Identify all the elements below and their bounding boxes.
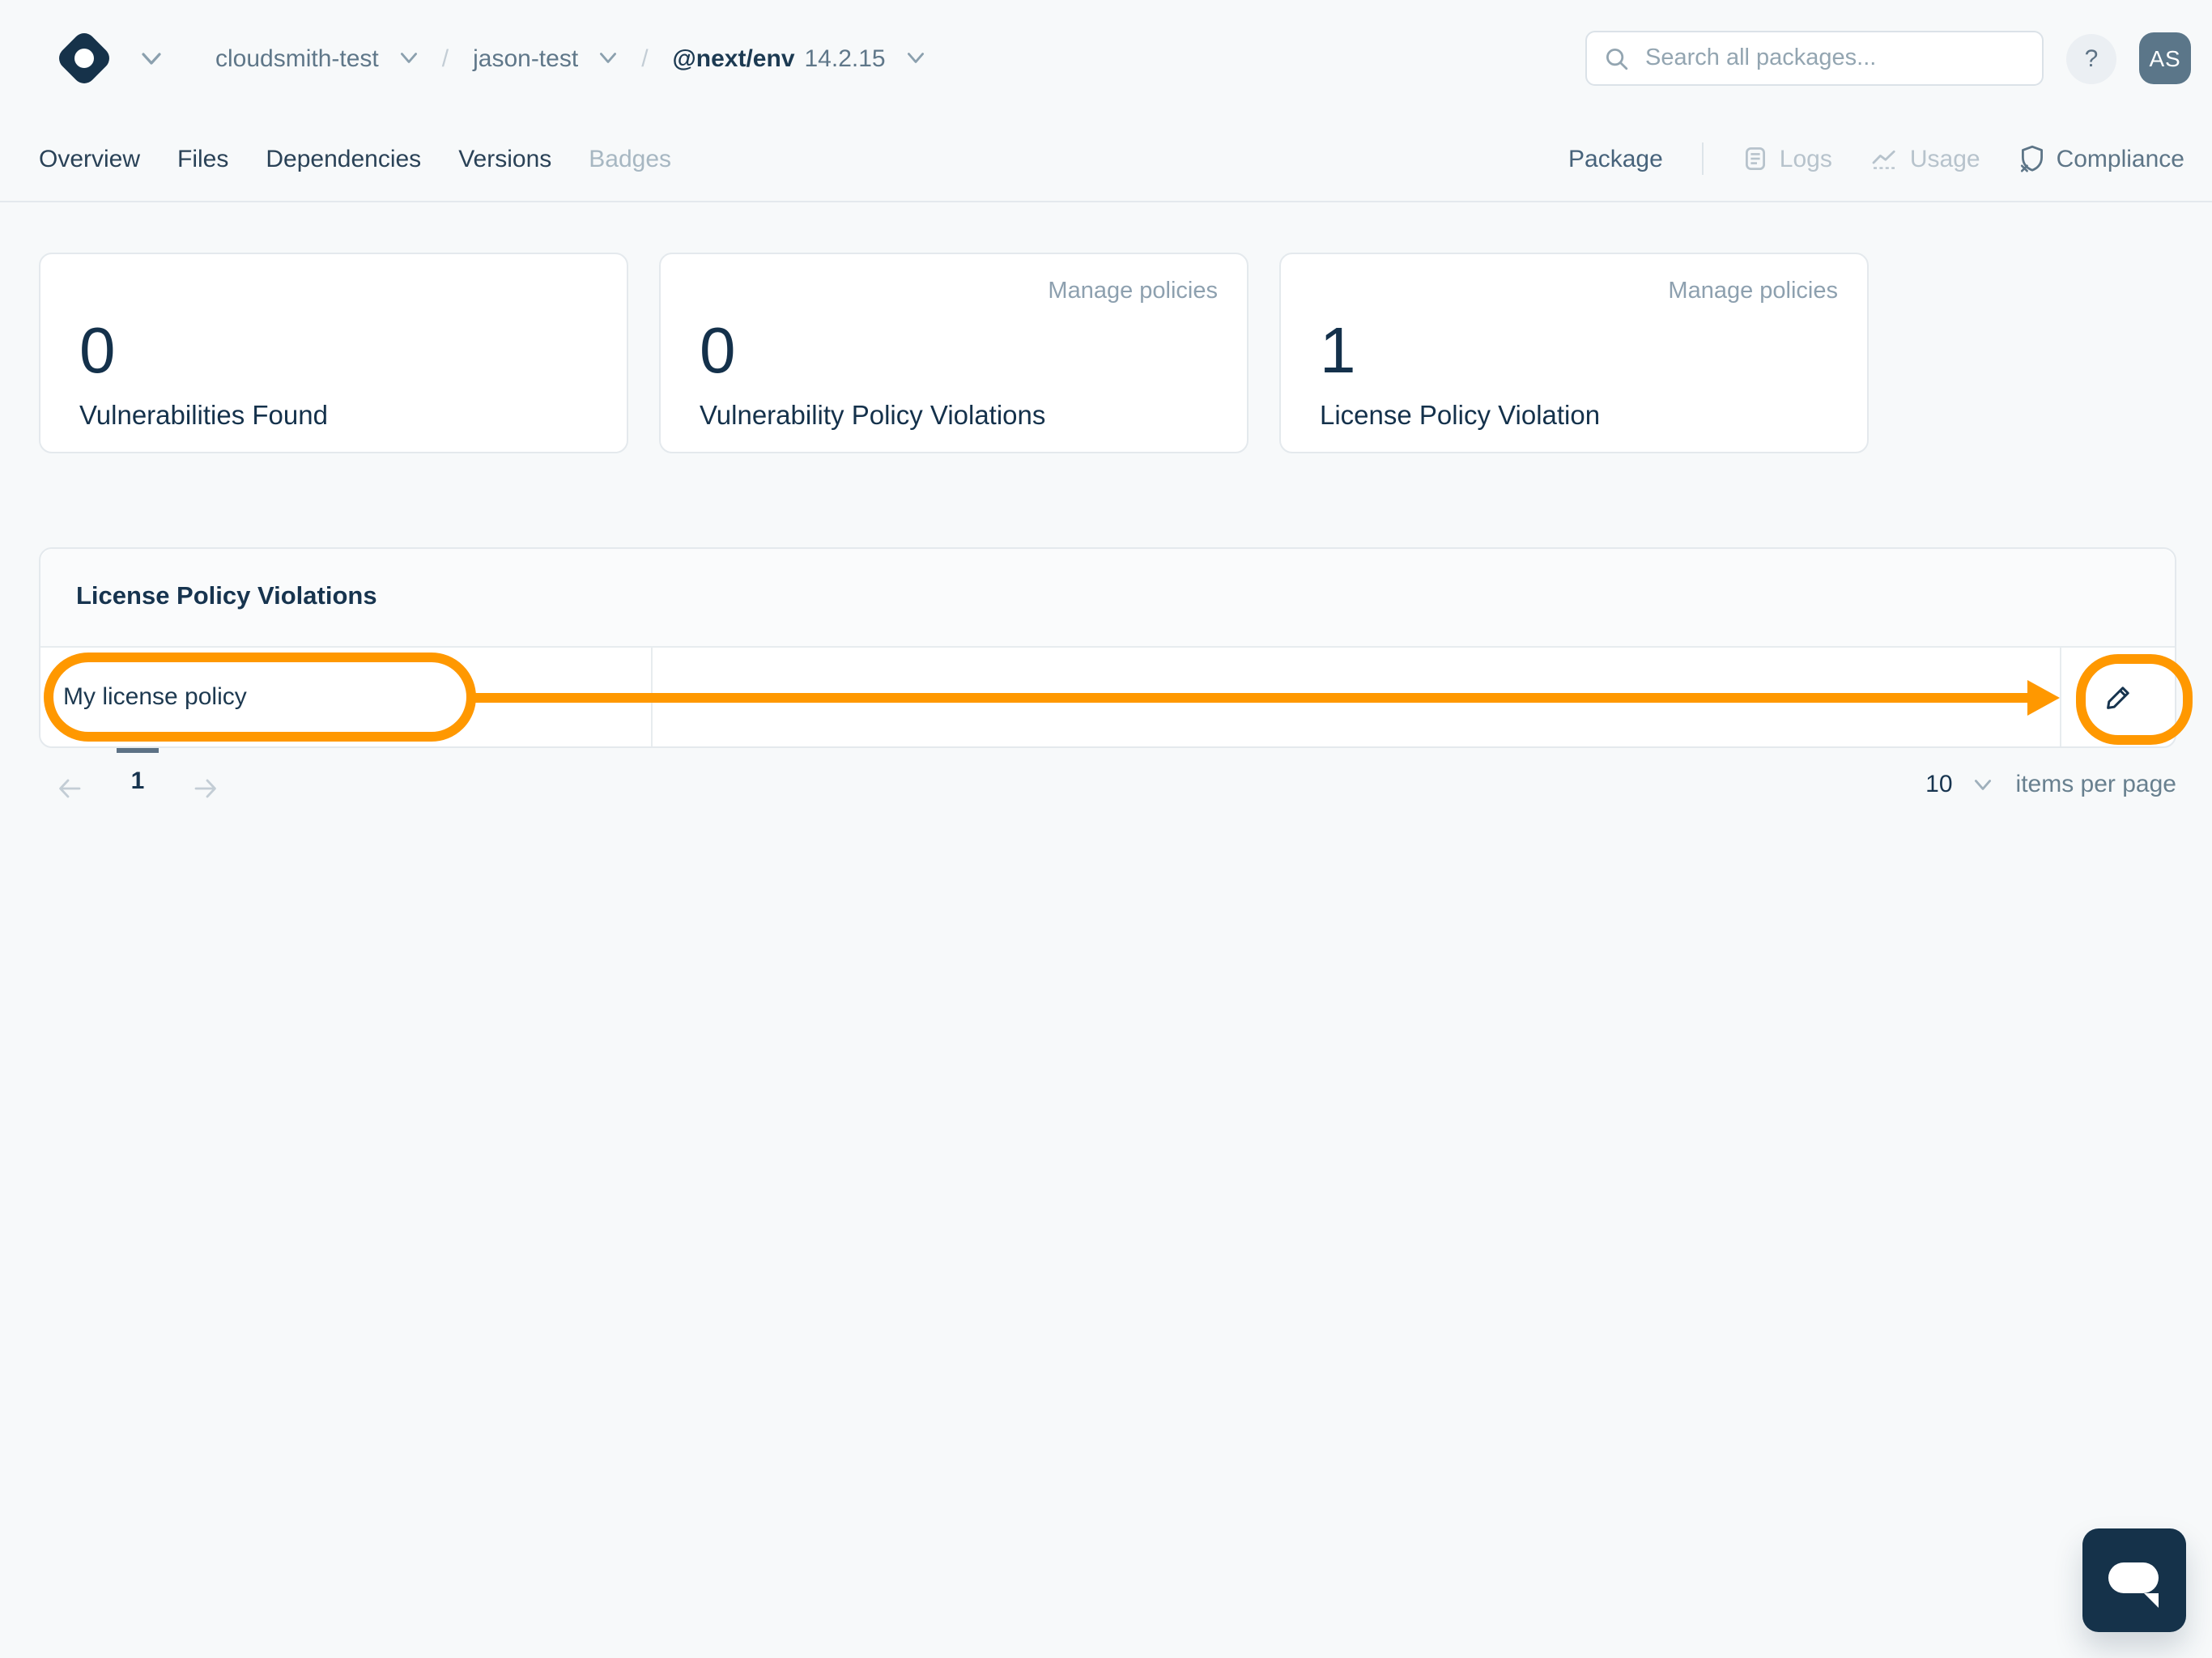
table-row: My license policy	[40, 648, 2175, 746]
next-page-button[interactable]	[191, 776, 220, 801]
search-icon	[1606, 48, 1628, 70]
context-usage[interactable]: Usage	[1871, 145, 1980, 172]
breadcrumb-separator: /	[641, 45, 649, 72]
context-compliance-label: Compliance	[2056, 145, 2184, 172]
arrow-right-icon	[194, 779, 216, 798]
arrow-left-icon	[59, 779, 81, 798]
tab-versions[interactable]: Versions	[458, 145, 551, 172]
context-logs-label: Logs	[1779, 145, 1832, 172]
breadcrumb-repo-link[interactable]: jason-test	[473, 45, 578, 72]
top-header: cloudsmith-test / jason-test / @next/env…	[0, 0, 2212, 117]
policy-name-cell: My license policy	[40, 648, 653, 746]
vulnerability-policy-violations-label: Vulnerability Policy Violations	[700, 402, 1046, 431]
context-compliance[interactable]: Compliance	[2019, 144, 2184, 173]
chevron-down-icon	[600, 53, 617, 63]
license-policy-violations-panel: License Policy Violations My license pol…	[39, 547, 2176, 748]
pagination: 1 10 items per page	[0, 748, 2212, 845]
vulnerabilities-found-count: 0	[79, 316, 116, 387]
version-dropdown-chevron[interactable]	[907, 52, 925, 65]
empty-cell	[653, 648, 2061, 746]
logs-icon	[1745, 147, 1765, 171]
chat-launcher-button[interactable]	[2082, 1528, 2186, 1632]
breadcrumb-org-link[interactable]: cloudsmith-test	[215, 45, 379, 72]
header-actions: ? AS	[1585, 31, 2191, 86]
context-logs[interactable]: Logs	[1742, 145, 1832, 172]
breadcrumb-package-name[interactable]: @next/env	[673, 45, 795, 72]
speech-bubble-tail	[2144, 1593, 2159, 1608]
breadcrumb-separator: /	[441, 45, 449, 72]
page-number-current[interactable]: 1	[117, 748, 159, 795]
cloudsmith-package-page: cloudsmith-test / jason-test / @next/env…	[0, 0, 2212, 1658]
chevron-down-icon	[1974, 779, 1991, 789]
panel-title: License Policy Violations	[76, 583, 377, 610]
org-dropdown-chevron[interactable]	[400, 52, 418, 65]
chevron-down-icon	[400, 53, 417, 63]
items-per-page-chevron[interactable]	[1974, 778, 1992, 791]
package-tabs: Overview Files Dependencies Versions Bad…	[39, 145, 671, 172]
summary-cards: 0 Vulnerabilities Found Manage policies …	[0, 253, 2212, 453]
compliance-shield-icon	[2020, 145, 2043, 172]
license-policy-violation-label: License Policy Violation	[1320, 402, 1601, 431]
chevron-down-icon	[142, 52, 161, 64]
vulnerabilities-found-label: Vulnerabilities Found	[79, 402, 328, 431]
items-per-page-label: items per page	[2015, 771, 2176, 798]
help-button[interactable]: ?	[2066, 33, 2116, 83]
context-nav: Package Logs Usage Compliance	[1568, 142, 2184, 175]
previous-page-button[interactable]	[55, 776, 84, 801]
edit-policy-button[interactable]	[2095, 674, 2141, 720]
repo-dropdown-chevron[interactable]	[599, 52, 617, 65]
vulnerability-policy-violations-count: 0	[700, 316, 736, 387]
manage-policies-link[interactable]: Manage policies	[1668, 278, 1838, 304]
brand-area	[39, 28, 168, 88]
usage-icon	[1873, 149, 1896, 168]
license-policy-violation-count: 1	[1320, 316, 1356, 387]
license-policy-violation-card: Manage policies 1 License Policy Violati…	[1279, 253, 1869, 453]
items-per-page-control: 10 items per page	[1925, 771, 2176, 798]
row-actions-cell	[2061, 648, 2175, 746]
cloudsmith-diamond-icon	[54, 28, 114, 88]
tab-badges[interactable]: Badges	[589, 145, 671, 172]
breadcrumb: cloudsmith-test / jason-test / @next/env…	[215, 45, 925, 72]
tab-overview[interactable]: Overview	[39, 145, 140, 172]
package-version: 14.2.15	[804, 45, 886, 72]
search-bar[interactable]	[1585, 31, 2044, 86]
manage-policies-link[interactable]: Manage policies	[1048, 278, 1218, 304]
chevron-down-icon	[907, 53, 924, 63]
policy-name[interactable]: My license policy	[63, 683, 247, 711]
vertical-divider	[1701, 142, 1704, 175]
tab-dependencies[interactable]: Dependencies	[266, 145, 421, 172]
avatar[interactable]: AS	[2139, 32, 2191, 84]
cloudsmith-logo[interactable]	[54, 28, 114, 88]
tab-files[interactable]: Files	[177, 145, 228, 172]
search-input[interactable]	[1642, 44, 2024, 73]
workspace-switcher-chevron[interactable]	[134, 45, 168, 72]
vulnerabilities-found-card: 0 Vulnerabilities Found	[39, 253, 628, 453]
pencil-icon	[2107, 686, 2129, 708]
vulnerability-policy-violations-card: Manage policies 0 Vulnerability Policy V…	[659, 253, 1249, 453]
viewport-scaler: cloudsmith-test / jason-test / @next/env…	[0, 0, 2212, 1658]
items-per-page-value[interactable]: 10	[1925, 771, 1952, 798]
context-usage-label: Usage	[1909, 145, 1980, 172]
panel-header: License Policy Violations	[40, 549, 2175, 648]
speech-bubble-icon	[2108, 1562, 2159, 1593]
package-nav-row: Overview Files Dependencies Versions Bad…	[0, 117, 2212, 202]
context-package-label[interactable]: Package	[1568, 145, 1663, 172]
